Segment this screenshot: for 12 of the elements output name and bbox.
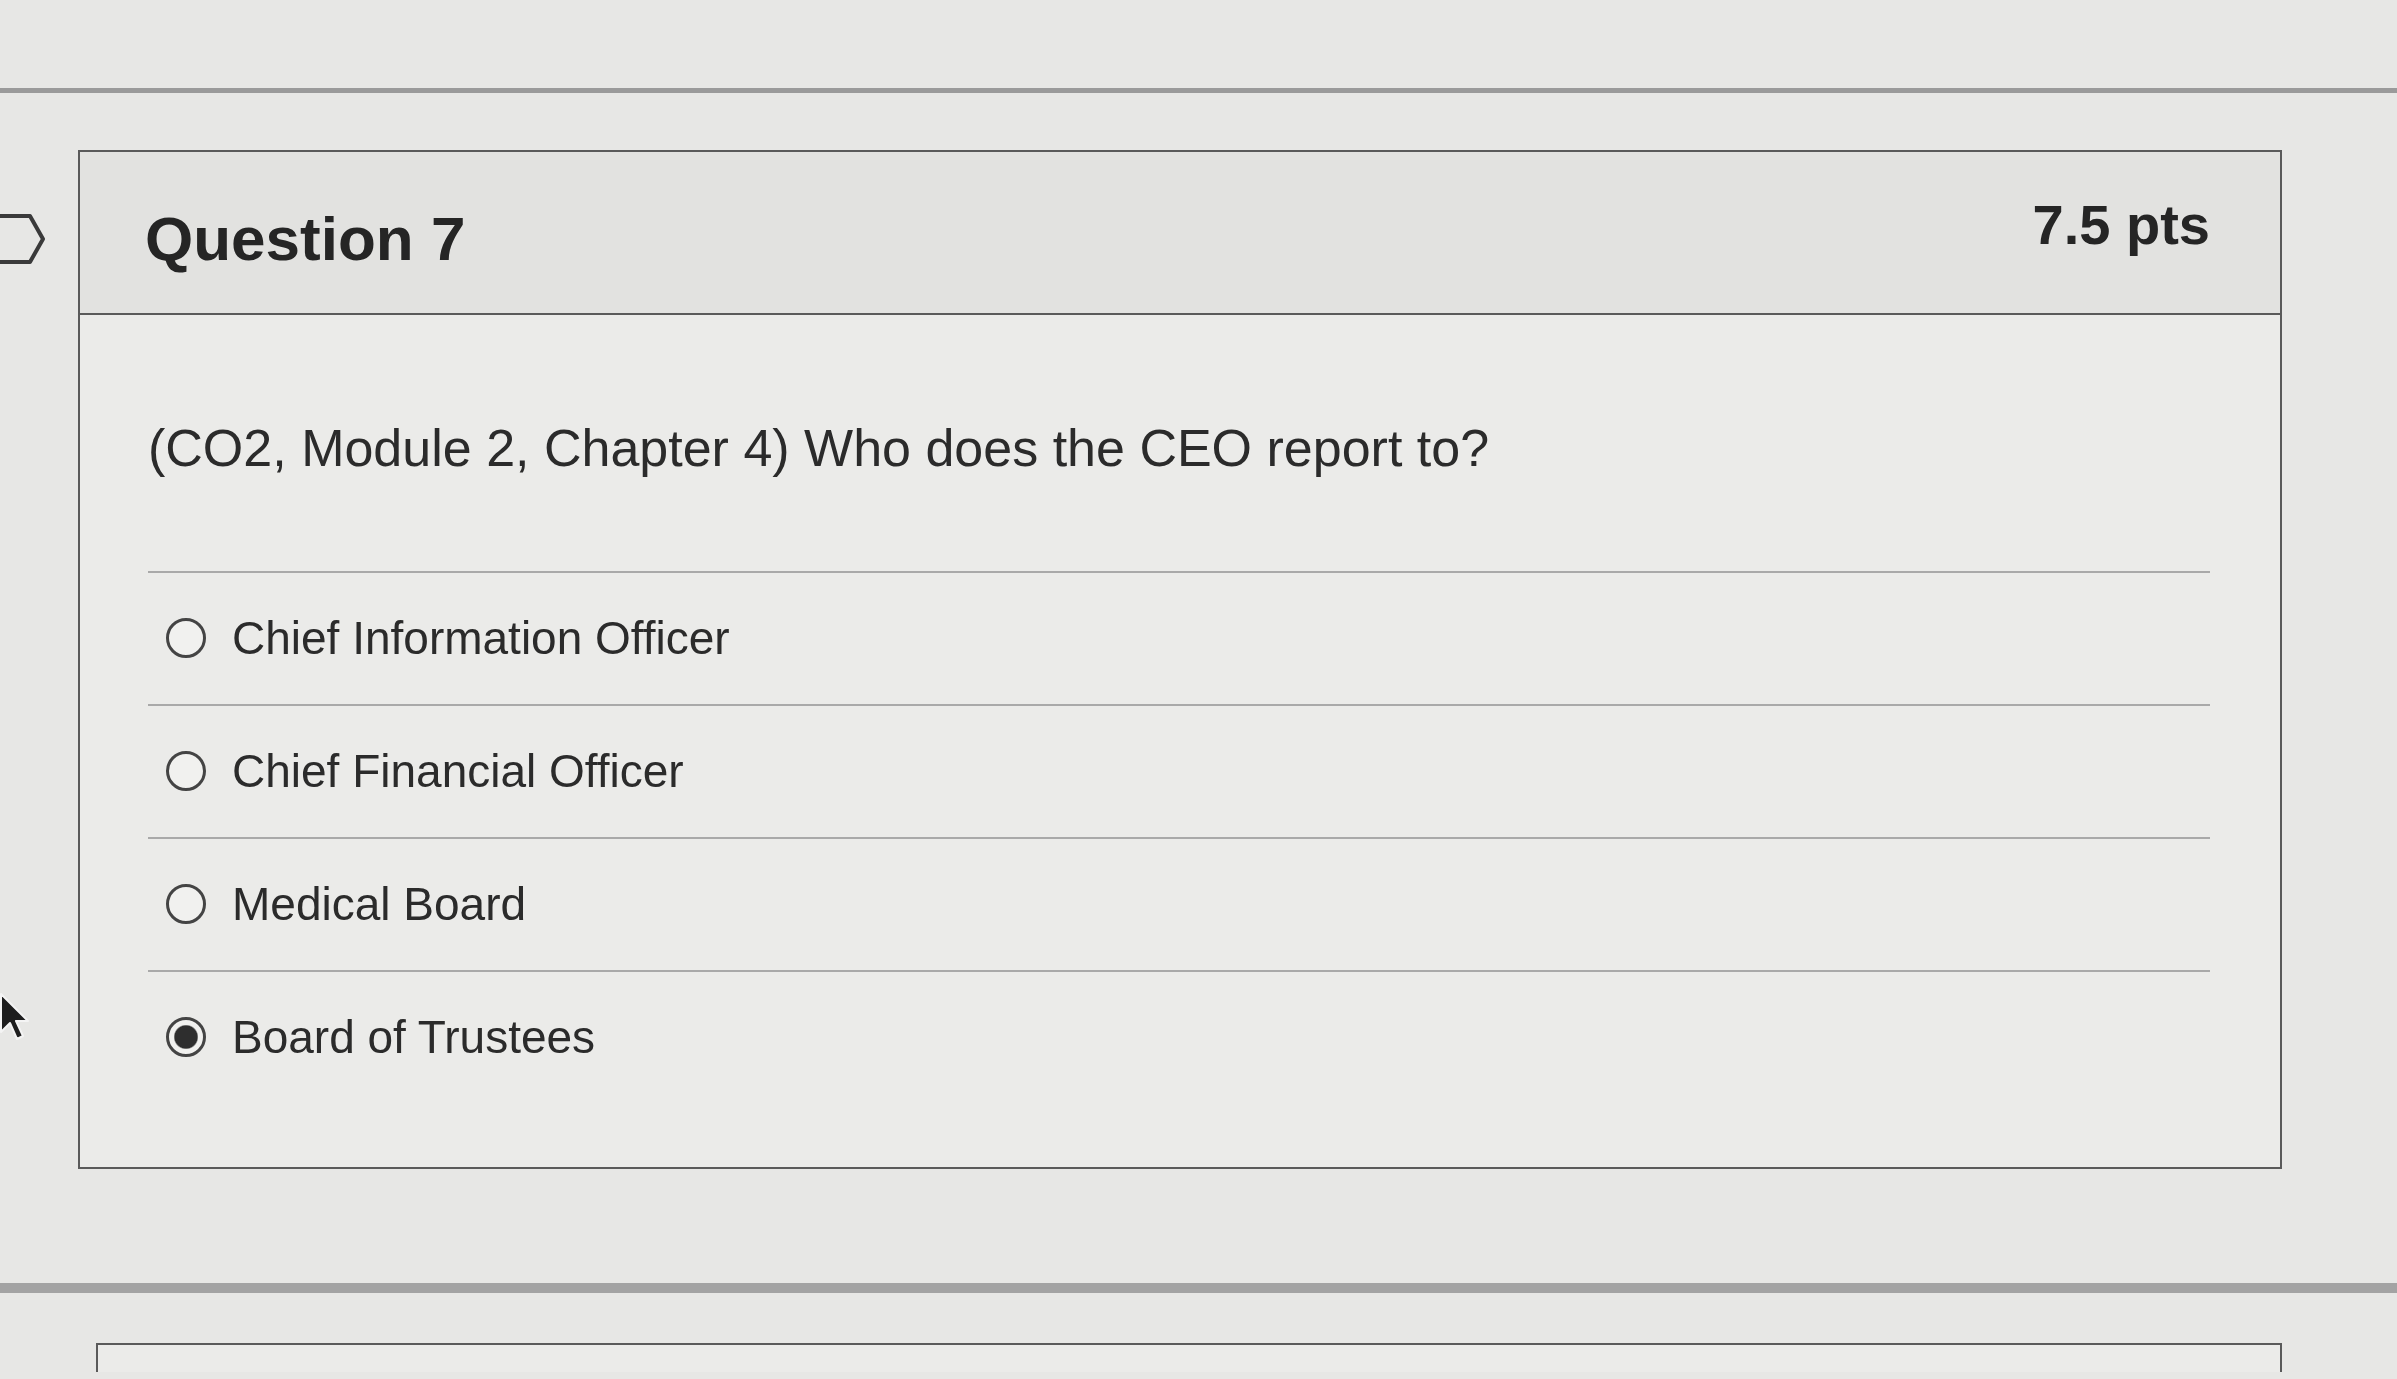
radio-button[interactable]	[166, 884, 206, 925]
flag-icon[interactable]	[0, 213, 46, 265]
question-title: Question 7	[145, 202, 466, 275]
answer-label[interactable]: Chief Information Officer	[232, 611, 730, 665]
radio-button[interactable]	[166, 618, 206, 659]
question-text: (CO2, Module 2, Chapter 4) Who does the CEO report to?	[148, 419, 1491, 479]
answer-label[interactable]: Chief Financial Officer	[232, 744, 684, 798]
points-label: 7.5 pts	[2032, 193, 2210, 258]
answer-label[interactable]: Board of Trustees	[232, 1010, 596, 1064]
radio-button[interactable]	[166, 751, 206, 792]
radio-button[interactable]	[166, 1017, 206, 1058]
answer-label[interactable]: Medical Board	[232, 877, 527, 931]
